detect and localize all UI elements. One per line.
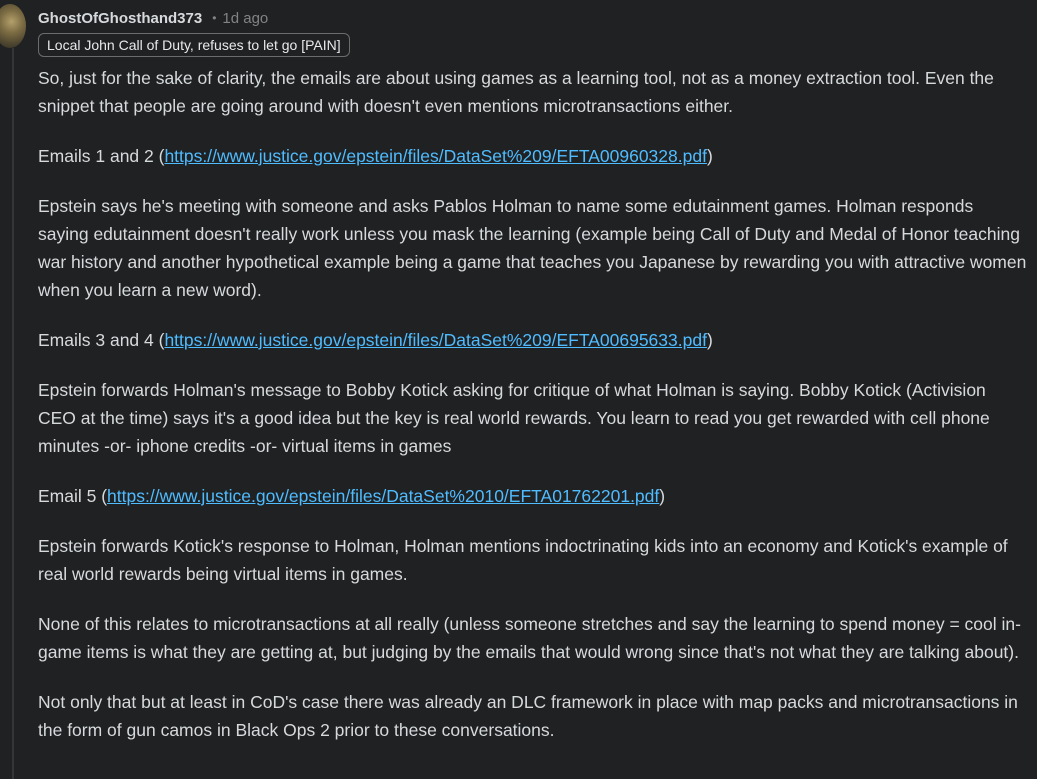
email-5-link[interactable]: https://www.justice.gov/epstein/files/Da…	[107, 486, 659, 506]
emails-1-2-label: Emails 1 and 2 (	[38, 146, 165, 166]
username-link[interactable]: GhostOfGhosthand373	[38, 10, 202, 27]
comment-body: So, just for the sake of clarity, the em…	[38, 64, 1028, 766]
thread-line[interactable]	[12, 48, 14, 779]
emails-3-4-close: )	[706, 330, 713, 350]
email-5-label: Email 5 (	[38, 486, 108, 506]
paragraph-intro: So, just for the sake of clarity, the em…	[38, 68, 994, 116]
email-5-close: )	[659, 486, 666, 506]
emails-3-4-link[interactable]: https://www.justice.gov/epstein/files/Da…	[164, 330, 706, 350]
emails-3-4-label: Emails 3 and 4 (	[38, 330, 165, 350]
emails-1-2-close: )	[706, 146, 713, 166]
paragraph-conclusion: None of this relates to microtransaction…	[38, 614, 1021, 662]
paragraph-dlc-note: Not only that but at least in CoD's case…	[38, 692, 1018, 740]
comment-header: GhostOfGhosthand373 • 1d ago	[38, 8, 268, 28]
separator-dot: •	[212, 11, 217, 25]
user-flair: Local John Call of Duty, refuses to let …	[38, 33, 350, 57]
paragraph-emails-3-4: Emails 3 and 4 (https://www.justice.gov/…	[38, 326, 1028, 354]
paragraph-email-5: Email 5 (https://www.justice.gov/epstein…	[38, 482, 1028, 510]
emails-1-2-link[interactable]: https://www.justice.gov/epstein/files/Da…	[164, 146, 706, 166]
paragraph-emails-1-2: Emails 1 and 2 (https://www.justice.gov/…	[38, 142, 1028, 170]
paragraph-kotick-summary: Epstein forwards Holman's message to Bob…	[38, 380, 990, 456]
user-avatar[interactable]	[0, 4, 26, 48]
paragraph-holman-summary: Epstein says he's meeting with someone a…	[38, 196, 1027, 300]
comment-timestamp[interactable]: 1d ago	[222, 10, 268, 27]
paragraph-forward-summary: Epstein forwards Kotick's response to Ho…	[38, 536, 1008, 584]
